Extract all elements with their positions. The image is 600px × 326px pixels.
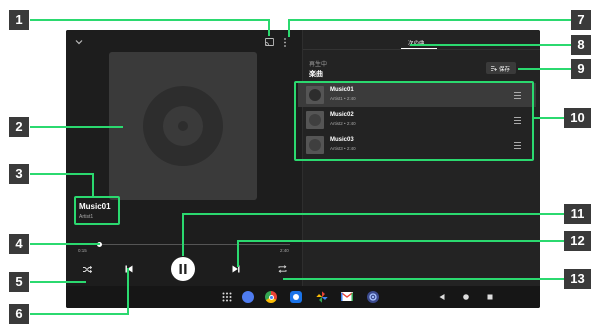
callout-line-6 — [127, 268, 129, 315]
time-total: 2:40 — [280, 248, 289, 253]
callout-badge: 4 — [9, 234, 29, 254]
callout-line-1 — [268, 19, 270, 36]
recents-icon[interactable] — [487, 294, 493, 300]
callout-badge: 11 — [564, 204, 591, 224]
callout-line-9 — [518, 68, 572, 70]
back-icon[interactable] — [439, 294, 445, 300]
camera-app-icon[interactable] — [290, 291, 302, 303]
pause-button[interactable] — [171, 257, 195, 281]
callout-line-12 — [237, 240, 239, 267]
save-button[interactable]: 保存 — [486, 62, 516, 74]
callout-line-11 — [182, 213, 572, 215]
callout-line-7 — [288, 19, 290, 37]
album-art — [109, 52, 257, 200]
home-icon[interactable] — [463, 294, 469, 300]
queue-title: 楽曲 — [309, 71, 323, 78]
system-nav-bar — [66, 286, 540, 308]
assistant-app-icon[interactable] — [242, 291, 254, 303]
player-pane: Music01 Artist1 0:15 2:40 — [66, 30, 302, 286]
time-elapsed: 0:15 — [78, 248, 87, 253]
callout-badge: 13 — [564, 269, 591, 289]
callout-badge: 3 — [9, 164, 29, 184]
vinyl-disc-icon — [143, 86, 223, 166]
callout-line-8 — [410, 44, 572, 46]
tablet-screen: Music01 Artist1 0:15 2:40 再生中 楽曲 保存 Musi… — [66, 30, 540, 308]
callout-badge: 8 — [571, 35, 591, 55]
callout-line-11 — [182, 213, 184, 256]
repeat-icon[interactable] — [278, 265, 287, 273]
track-artist: Artist1 — [79, 214, 94, 220]
tab-divider — [302, 49, 540, 50]
shuffle-icon[interactable] — [83, 266, 92, 273]
queue-list-highlight — [294, 81, 534, 161]
track-title: Music01 — [79, 202, 111, 211]
pause-icon — [179, 264, 187, 274]
callout-badge: 9 — [571, 59, 591, 79]
callout-line-2 — [30, 126, 123, 128]
photos-app-icon[interactable] — [316, 291, 328, 303]
callout-badge: 1 — [9, 10, 29, 30]
track-info: Music01 Artist1 — [74, 196, 120, 225]
callout-line-6 — [30, 313, 129, 315]
chrome-app-icon[interactable] — [265, 291, 277, 303]
callout-line-3 — [92, 173, 94, 196]
callout-line-4 — [30, 243, 100, 245]
more-options-icon[interactable] — [283, 38, 287, 47]
callout-line-12 — [237, 240, 572, 242]
playlist-add-icon — [491, 66, 497, 71]
callout-badge: 2 — [9, 117, 29, 137]
callout-badge: 10 — [564, 108, 591, 128]
callout-line-3 — [30, 173, 93, 175]
callout-badge: 5 — [9, 272, 29, 292]
callout-badge: 12 — [564, 231, 591, 251]
callout-line-5 — [30, 281, 86, 283]
now-playing-label: 再生中 — [309, 62, 328, 68]
seek-bar-track[interactable] — [78, 244, 290, 245]
callout-line-7 — [288, 19, 573, 21]
callout-line-13 — [283, 278, 572, 280]
cast-icon[interactable] — [265, 38, 274, 46]
callout-badge: 7 — [571, 10, 591, 30]
settings-app-icon[interactable] — [367, 291, 379, 303]
gmail-app-icon[interactable] — [341, 292, 353, 301]
callout-line-1 — [30, 19, 270, 21]
callout-badge: 6 — [9, 304, 29, 324]
app-drawer-icon[interactable] — [222, 292, 232, 302]
chevron-down-icon[interactable] — [75, 39, 83, 45]
